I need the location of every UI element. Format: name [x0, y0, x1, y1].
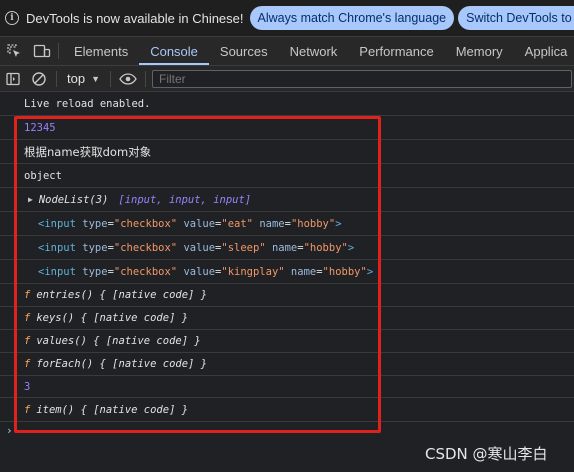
function-text: values() { [native code] } — [36, 335, 201, 347]
nodelist-entry[interactable]: ▶ NodeList(3) [input, input, input] — [0, 188, 574, 212]
console-message: Live reload enabled. — [0, 92, 574, 116]
devtools-tabbar: Elements Console Sources Network Perform… — [0, 37, 574, 66]
toolbar-divider — [56, 70, 57, 87]
tab-console[interactable]: Console — [139, 37, 209, 65]
clear-console-icon[interactable] — [26, 66, 52, 92]
csdn-watermark: CSDN @寒山李白 — [425, 445, 548, 463]
function-f-icon: f — [24, 335, 31, 347]
function-entry[interactable]: f keys() { [native code] } — [0, 307, 574, 330]
attr-name: "hobby" — [290, 217, 336, 230]
tab-network[interactable]: Network — [279, 37, 349, 65]
attr-name: "hobby" — [322, 265, 367, 278]
attr-name: "hobby" — [303, 241, 348, 254]
console-message: 12345 — [0, 116, 574, 140]
console-prompt[interactable]: › — [6, 424, 13, 437]
language-infobar: i DevTools is now available in Chinese! … — [0, 0, 574, 37]
function-f-icon: f — [24, 289, 31, 301]
attr-type: "checkbox" — [113, 265, 178, 278]
dom-element-entry[interactable]: <input type = "checkbox" value = "sleep" nam… — [0, 236, 574, 260]
function-text: forEach() { [native code] } — [36, 358, 208, 370]
toolbar-divider — [145, 70, 146, 87]
function-text: item() { [native code] } — [36, 403, 189, 416]
attr-type: "checkbox" — [113, 217, 178, 230]
console-message: object — [0, 164, 574, 188]
tab-performance[interactable]: Performance — [348, 37, 444, 65]
dom-element-entry[interactable]: <input type = "checkbox" value = "kingplay" … — [0, 260, 574, 284]
live-expression-eye-icon[interactable] — [115, 66, 141, 92]
switch-devtools-language-button[interactable]: Switch DevTools to C — [458, 6, 574, 30]
filter-input[interactable] — [152, 69, 572, 88]
attr-value: "kingplay" — [221, 265, 285, 278]
function-entry[interactable]: f entries() { [native code] } — [0, 284, 574, 307]
console-output: Live reload enabled. 12345 根据name获取dom对象… — [0, 92, 574, 472]
expand-triangle-icon[interactable]: ▶ — [28, 195, 33, 204]
inspect-element-icon[interactable] — [0, 37, 28, 65]
tab-elements[interactable]: Elements — [63, 37, 139, 65]
nodelist-items: [input, input, input] — [118, 193, 252, 206]
sidebar-toggle-icon[interactable] — [0, 66, 26, 92]
toolbar-divider — [110, 70, 111, 87]
function-entry[interactable]: f item() { [native code] } — [0, 398, 574, 422]
log-length: 3 — [24, 380, 31, 393]
nodelist-label: NodeList(3) — [38, 193, 109, 206]
info-icon: i — [5, 11, 19, 25]
tab-sources[interactable]: Sources — [209, 37, 279, 65]
console-message: 3 — [0, 376, 574, 398]
console-message: 根据name获取dom对象 — [0, 140, 574, 164]
tab-application[interactable]: Applica — [514, 37, 574, 65]
function-f-icon: f — [24, 403, 31, 416]
console-toolbar: top ▼ — [0, 66, 574, 92]
device-toolbar-icon[interactable] — [28, 37, 56, 65]
tab-memory[interactable]: Memory — [445, 37, 514, 65]
function-text: keys() { [native code] } — [36, 312, 189, 324]
attr-value: "sleep" — [221, 241, 266, 254]
context-selector[interactable]: top ▼ — [61, 71, 106, 86]
attr-type: "checkbox" — [113, 241, 178, 254]
function-f-icon: f — [24, 312, 31, 324]
function-entry[interactable]: f values() { [native code] } — [0, 330, 574, 353]
log-text: Live reload enabled. — [24, 97, 151, 110]
function-text: entries() { [native code] } — [36, 289, 208, 301]
function-f-icon: f — [24, 358, 31, 370]
attr-value: "eat" — [221, 217, 253, 230]
infobar-message: DevTools is now available in Chinese! — [26, 10, 244, 26]
function-entry[interactable]: f forEach() { [native code] } — [0, 353, 574, 376]
always-match-language-button[interactable]: Always match Chrome's language — [249, 6, 455, 30]
dom-element-entry[interactable]: <input type = "checkbox" value = "eat" name =… — [0, 212, 574, 236]
log-text: object — [24, 169, 62, 182]
context-selector-label: top — [67, 71, 86, 86]
tabbar-divider — [58, 43, 59, 59]
log-number: 12345 — [24, 121, 56, 134]
log-text: 根据name获取dom对象 — [24, 144, 152, 159]
dropdown-arrow-icon: ▼ — [91, 73, 100, 84]
